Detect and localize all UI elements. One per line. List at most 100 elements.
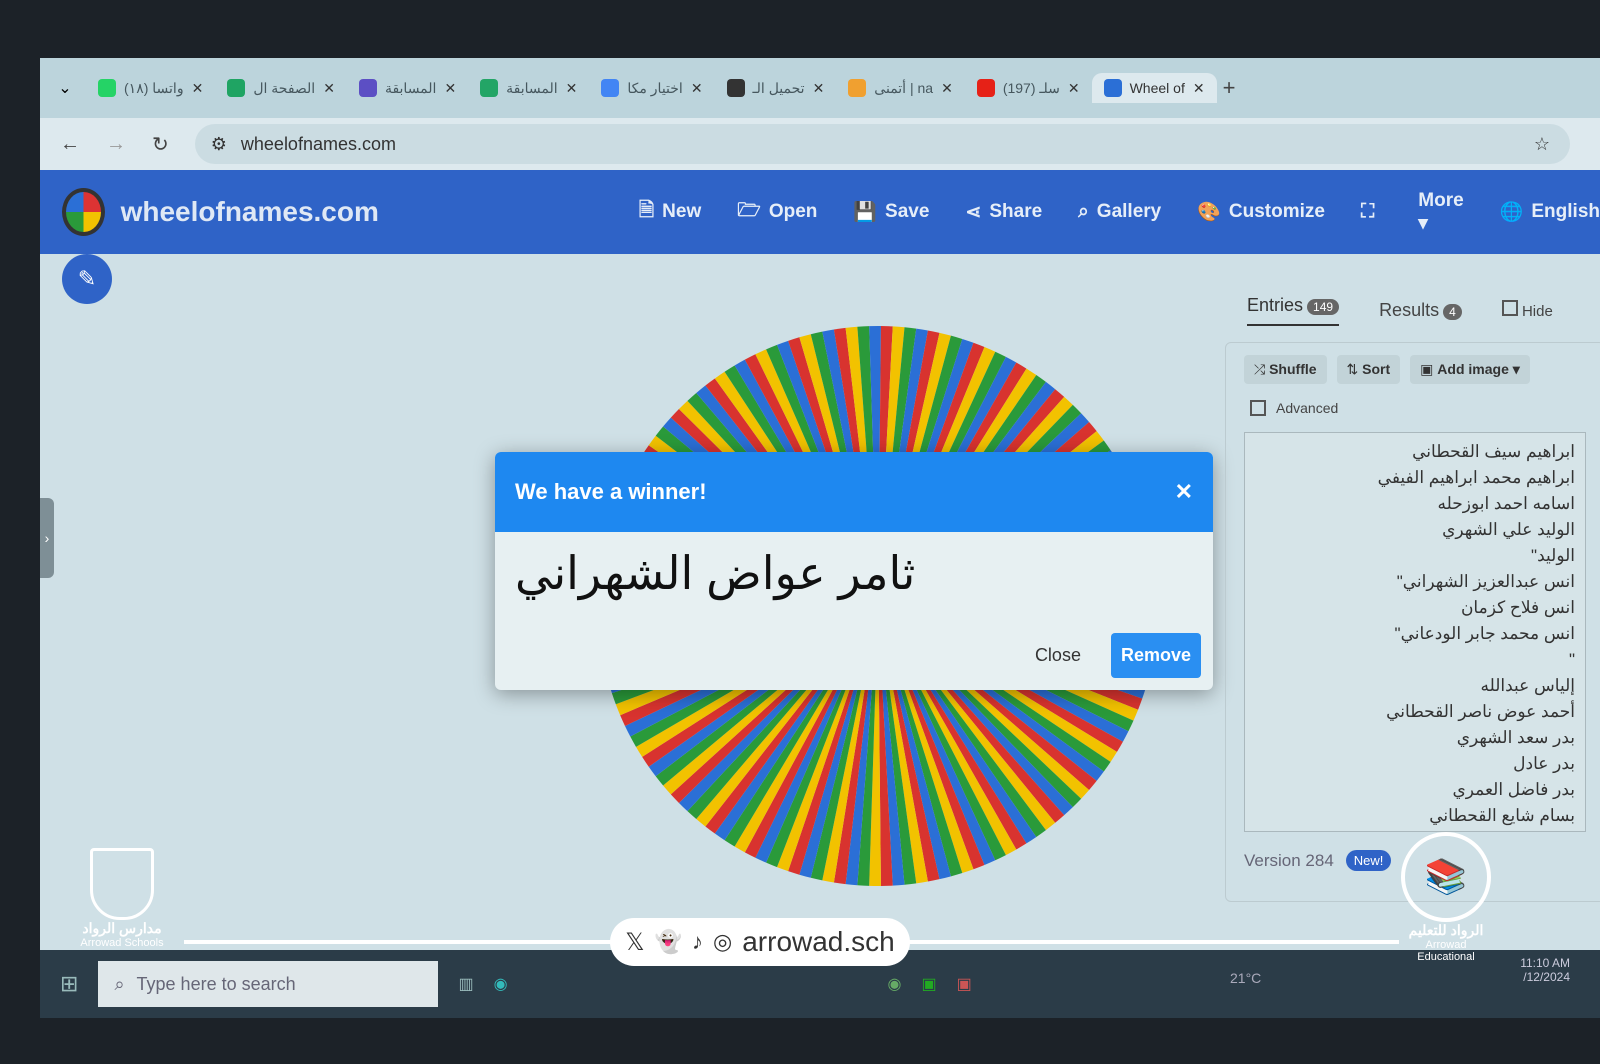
- arrowad-educational-logo: 📚 الرواد للتعليم Arrowad Educational: [1396, 832, 1496, 963]
- advanced-checkbox[interactable]: Advanced: [1250, 400, 1580, 416]
- tab-favicon-icon: [976, 79, 995, 97]
- tab-close-icon[interactable]: ✕: [1068, 80, 1080, 97]
- menu-save-button[interactable]: 💾 Save: [853, 190, 929, 235]
- menu-share-button[interactable]: ⋖ Share: [965, 190, 1042, 235]
- excel-icon[interactable]: ▣: [922, 974, 937, 994]
- winner-dialog: We have a winner! ✕ ثامر عواض الشهراني Cl…: [495, 452, 1213, 690]
- tab-search-dropdown[interactable]: ⌄: [50, 78, 80, 98]
- entry-line: بدر سعد الشهري: [1456, 728, 1575, 747]
- forward-icon[interactable]: →: [106, 133, 126, 156]
- file-icon: 🗎: [638, 200, 655, 221]
- url-bar[interactable]: ⚙ wheelofnames.com ☆: [194, 124, 1570, 164]
- entry-line: اسامه احمد ابوزحله: [1437, 494, 1576, 513]
- tab-favicon-icon: [601, 79, 620, 97]
- add-image-button[interactable]: ▣ Add image ▾: [1410, 355, 1530, 384]
- entry-line: الوليد علي الشهري: [1442, 520, 1575, 539]
- menu-english-button[interactable]: 🌐 English: [1500, 190, 1600, 235]
- tab-strip: ⌄ (١٨) واتسا ✕ الصفحة ال ✕ المسابقة ✕ المسابقة…: [40, 58, 1600, 118]
- powerpoint-icon[interactable]: ▣: [957, 974, 972, 994]
- tab-favicon-icon: [480, 79, 499, 97]
- chrome-icon[interactable]: ◉: [888, 974, 902, 994]
- main-menu: 🗎 New 🗁 Open 💾 Save ⋖ Share ⌕ Gallery 🎨 Customize ⛶ M…: [639, 190, 1600, 235]
- snapchat-icon: 👻: [654, 929, 683, 954]
- close-icon[interactable]: ✕: [1175, 479, 1193, 505]
- tab-close-icon[interactable]: ✕: [192, 80, 204, 97]
- entry-line: ابراهيم محمد ابراهيم الفيفي: [1377, 468, 1575, 487]
- save-icon: 💾: [853, 202, 878, 223]
- reload-icon[interactable]: ↻: [152, 132, 169, 157]
- share-icon: ⋖: [965, 201, 982, 223]
- sidebar-toggle[interactable]: ›: [40, 498, 54, 578]
- fullscreen-icon: ⛶: [1360, 201, 1375, 222]
- tab-close-icon[interactable]: ✕: [1193, 80, 1205, 97]
- edit-pencil-button[interactable]: ✎: [62, 254, 112, 304]
- close-button[interactable]: Close: [1025, 635, 1091, 676]
- entry-line: إلياس عبدالله: [1480, 676, 1575, 695]
- menu-customize-button[interactable]: 🎨 Customize: [1197, 190, 1325, 235]
- tab-favicon-icon: [98, 79, 116, 97]
- edge-icon[interactable]: ◉: [494, 974, 508, 994]
- menu-new-button[interactable]: 🗎 New: [639, 190, 701, 235]
- entry-line: ": [1568, 650, 1575, 669]
- palette-icon: 🎨: [1197, 202, 1221, 223]
- tab-close-icon[interactable]: ✕: [691, 80, 703, 97]
- browser-tab[interactable]: المسابقة ✕: [468, 73, 589, 103]
- menu-gallery-button[interactable]: ⌕ Gallery: [1078, 190, 1161, 235]
- entries-panel: Entries 149 Results 4 Hide ⤮ Shuffle ⇅ Sor…: [1225, 288, 1600, 908]
- tab-favicon-icon: [1103, 79, 1122, 97]
- browser-tab[interactable]: اختيار مكا ✕: [589, 73, 714, 103]
- tab-close-icon[interactable]: ✕: [323, 80, 335, 97]
- winner-name: ثامر عواض الشهراني: [515, 547, 916, 599]
- bookmark-star-icon[interactable]: ☆: [1534, 134, 1550, 155]
- tab-favicon-icon: [227, 79, 246, 97]
- site-settings-icon[interactable]: ⚙: [211, 134, 227, 155]
- new-badge[interactable]: New!: [1345, 850, 1392, 871]
- tab-close-icon[interactable]: ✕: [941, 80, 953, 97]
- social-handle: arrowad.sch: [742, 926, 895, 957]
- arrowad-schools-logo: مدارس الرواد Arrowad Schools: [72, 848, 172, 949]
- task-view-icon[interactable]: ▥: [458, 974, 473, 994]
- tab-results[interactable]: Results 4: [1379, 300, 1462, 321]
- remove-button[interactable]: Remove: [1110, 633, 1201, 678]
- url-text[interactable]: wheelofnames.com: [241, 134, 396, 155]
- tab-favicon-icon: [358, 79, 377, 97]
- browser-tab[interactable]: تحميل الـ ✕: [715, 73, 837, 103]
- weather-temp[interactable]: 21°C: [1230, 970, 1261, 986]
- tab-close-icon[interactable]: ✕: [566, 80, 578, 97]
- browser-tab[interactable]: (197) سلـ ✕: [965, 73, 1092, 103]
- new-tab-button[interactable]: +: [1223, 75, 1236, 101]
- clock[interactable]: 11:10 AM/12/2024: [1520, 956, 1570, 984]
- entries-count-badge: 149: [1307, 298, 1340, 315]
- tab-favicon-icon: [726, 79, 745, 97]
- tab-close-icon[interactable]: ✕: [444, 80, 456, 97]
- shuffle-button[interactable]: ⤮ Shuffle: [1244, 355, 1327, 384]
- entry-line: الوليد": [1531, 546, 1575, 565]
- folder-icon: 🗁: [737, 200, 761, 221]
- tab-close-icon[interactable]: ✕: [813, 80, 825, 97]
- menu-more-button[interactable]: More ▾: [1418, 190, 1463, 235]
- entry-line: بسام شايع القحطاني: [1429, 806, 1575, 825]
- browser-tab[interactable]: Wheel of ✕: [1091, 73, 1217, 103]
- back-icon[interactable]: ←: [60, 133, 80, 156]
- dialog-title: We have a winner!: [515, 479, 707, 504]
- sort-button[interactable]: ⇅ Sort: [1336, 355, 1401, 384]
- results-count-badge: 4: [1443, 303, 1462, 320]
- tab-entries[interactable]: Entries 149: [1247, 295, 1340, 326]
- browser-tab[interactable]: الصفحة ال ✕: [215, 73, 347, 103]
- version-label: Version 284: [1244, 850, 1334, 870]
- search-icon: ⌕: [114, 973, 125, 994]
- tiktok-icon: ♪: [692, 929, 704, 954]
- browser-tab[interactable]: (١٨) واتسا ✕: [86, 73, 215, 103]
- taskbar-search[interactable]: ⌕ Type here to search: [98, 961, 439, 1007]
- wheel-logo-icon[interactable]: [62, 188, 105, 236]
- menu-open-button[interactable]: 🗁 Open: [737, 190, 817, 235]
- x-icon: 𝕏: [625, 928, 645, 956]
- hide-checkbox[interactable]: Hide: [1501, 300, 1553, 320]
- browser-tab[interactable]: المسابقة ✕: [347, 73, 468, 103]
- menu-fullscreen-button[interactable]: ⛶: [1361, 190, 1382, 235]
- windows-start-icon[interactable]: ⊞: [60, 971, 78, 997]
- entries-textarea[interactable]: ابراهيم سيف القحطاني ابراهيم محمد ابراهيم…: [1244, 432, 1586, 832]
- browser-tab[interactable]: أتمنى | na ✕: [836, 73, 965, 103]
- brand-name[interactable]: wheelofnames.com: [121, 196, 379, 228]
- site-header: wheelofnames.com 🗎 New 🗁 Open 💾 Save ⋖ Share ⌕ Ga…: [40, 170, 1600, 254]
